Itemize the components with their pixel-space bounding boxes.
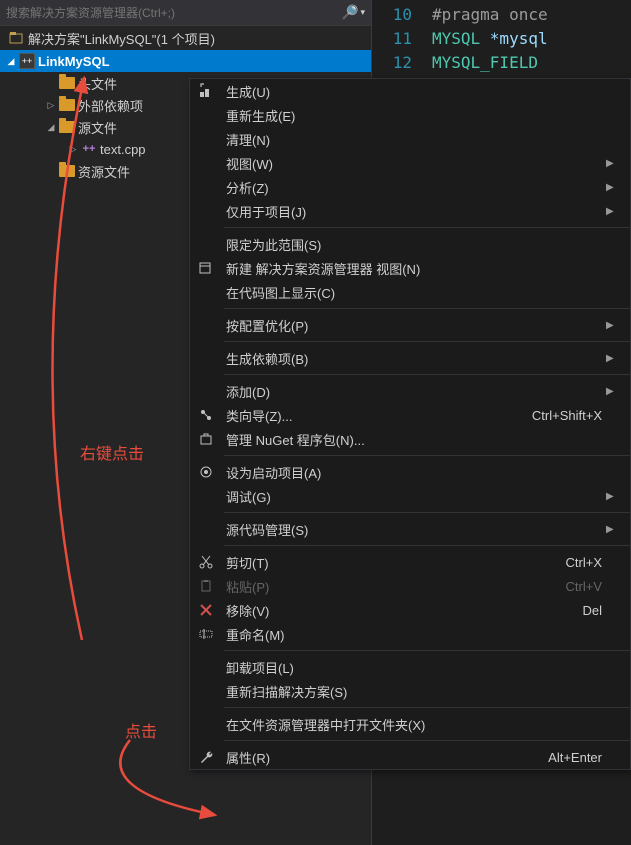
menu-paste: 粘贴(P)Ctrl+V	[190, 574, 630, 598]
menu-optimize[interactable]: 按配置优化(P)▶	[190, 313, 630, 337]
shortcut-label: Ctrl+X	[566, 555, 630, 570]
submenu-arrow-icon: ▶	[606, 182, 630, 193]
submenu-arrow-icon: ▶	[606, 386, 630, 397]
menu-debug[interactable]: 调试(G)▶	[190, 484, 630, 508]
context-menu: 生成(U) 重新生成(E) 清理(N) 视图(W)▶ 分析(Z)▶ 仅用于项目(…	[189, 78, 631, 770]
expander-icon[interactable]: ◢	[44, 122, 58, 133]
folder-icon	[58, 74, 76, 92]
code-text: #pragma once	[432, 5, 548, 24]
menu-new-explorer[interactable]: 新建 解决方案资源管理器 视图(N)	[190, 256, 630, 280]
code-line-11: 11 MYSQL *mysql	[372, 26, 631, 50]
textcpp-label: text.cpp	[100, 142, 146, 157]
project-icon: ++	[18, 52, 36, 70]
menu-separator	[224, 707, 630, 708]
menu-separator	[224, 512, 630, 513]
solution-node[interactable]: 解决方案"LinkMySQL"(1 个项目)	[0, 26, 371, 50]
line-number: 11	[372, 29, 432, 48]
menu-separator	[224, 308, 630, 309]
code-text: MYSQL *mysql	[432, 29, 548, 48]
code-line-12: 12 MYSQL_FIELD	[372, 50, 631, 74]
menu-analyze[interactable]: 分析(Z)▶	[190, 175, 630, 199]
external-label: 外部依赖项	[78, 96, 143, 115]
submenu-arrow-icon: ▶	[606, 353, 630, 364]
menu-scope[interactable]: 限定为此范围(S)	[190, 232, 630, 256]
rename-icon	[190, 626, 222, 642]
menu-separator	[224, 740, 630, 741]
menu-separator	[224, 374, 630, 375]
menu-remove[interactable]: 移除(V)Del	[190, 598, 630, 622]
new-view-icon	[190, 260, 222, 276]
wrench-icon	[190, 749, 222, 765]
menu-nuget[interactable]: 管理 NuGet 程序包(N)...	[190, 427, 630, 451]
search-input[interactable]	[6, 6, 337, 20]
menu-codemap[interactable]: 在代码图上显示(C)	[190, 280, 630, 304]
menu-startup[interactable]: 设为启动项目(A)	[190, 460, 630, 484]
project-node[interactable]: ◢ ++ LinkMySQL	[0, 50, 371, 72]
menu-classwizard[interactable]: 类向导(Z)...Ctrl+Shift+X	[190, 403, 630, 427]
project-label: LinkMySQL	[38, 54, 110, 69]
submenu-arrow-icon: ▶	[606, 158, 630, 169]
folder-icon	[58, 96, 76, 114]
submenu-arrow-icon: ▶	[606, 524, 630, 535]
menu-clean[interactable]: 清理(N)	[190, 127, 630, 151]
menu-project-only[interactable]: 仅用于项目(J)▶	[190, 199, 630, 223]
submenu-arrow-icon: ▶	[606, 320, 630, 331]
submenu-arrow-icon: ▶	[606, 491, 630, 502]
shortcut-label: Ctrl+V	[566, 579, 630, 594]
code-line-10: 10 #pragma once	[372, 2, 631, 26]
expander-icon[interactable]: ▷	[66, 144, 80, 155]
search-icon[interactable]: 🔍	[341, 4, 358, 21]
expander-icon[interactable]: ▷	[44, 100, 58, 111]
menu-open-folder[interactable]: 在文件资源管理器中打开文件夹(X)	[190, 712, 630, 736]
folder-icon	[58, 118, 76, 136]
paste-icon	[190, 578, 222, 594]
cpp-file-icon: ++	[80, 140, 98, 158]
menu-cut[interactable]: 剪切(T)Ctrl+X	[190, 550, 630, 574]
shortcut-label: Alt+Enter	[548, 750, 630, 765]
menu-rebuild[interactable]: 重新生成(E)	[190, 103, 630, 127]
cut-icon	[190, 554, 222, 570]
line-number: 10	[372, 5, 432, 24]
nuget-icon	[190, 431, 222, 447]
menu-rescan[interactable]: 重新扫描解决方案(S)	[190, 679, 630, 703]
remove-icon	[190, 602, 222, 618]
menu-separator	[224, 650, 630, 651]
submenu-arrow-icon: ▶	[606, 206, 630, 217]
expander-icon[interactable]: ◢	[4, 56, 18, 67]
build-icon	[190, 83, 222, 99]
shortcut-label: Del	[582, 603, 630, 618]
code-text: MYSQL_FIELD	[432, 53, 538, 72]
menu-build[interactable]: 生成(U)	[190, 79, 630, 103]
sources-label: 源文件	[78, 118, 117, 137]
startup-icon	[190, 464, 222, 480]
resources-label: 资源文件	[78, 162, 130, 181]
solution-icon	[8, 30, 24, 46]
menu-separator	[224, 545, 630, 546]
menu-add[interactable]: 添加(D)▶	[190, 379, 630, 403]
menu-deps[interactable]: 生成依赖项(B)▶	[190, 346, 630, 370]
line-number: 12	[372, 53, 432, 72]
search-dropdown-icon[interactable]: ▾	[360, 7, 365, 18]
solution-label: 解决方案"LinkMySQL"(1 个项目)	[28, 29, 215, 48]
folder-icon	[58, 162, 76, 180]
headers-label: 头文件	[78, 74, 117, 93]
class-wizard-icon	[190, 407, 222, 423]
menu-separator	[224, 227, 630, 228]
menu-view[interactable]: 视图(W)▶	[190, 151, 630, 175]
menu-scm[interactable]: 源代码管理(S)▶	[190, 517, 630, 541]
menu-properties[interactable]: 属性(R)Alt+Enter	[190, 745, 630, 769]
menu-rename[interactable]: 重命名(M)	[190, 622, 630, 646]
menu-separator	[224, 341, 630, 342]
menu-unload[interactable]: 卸载项目(L)	[190, 655, 630, 679]
search-bar: 🔍 ▾	[0, 0, 371, 26]
menu-separator	[224, 455, 630, 456]
shortcut-label: Ctrl+Shift+X	[532, 408, 630, 423]
